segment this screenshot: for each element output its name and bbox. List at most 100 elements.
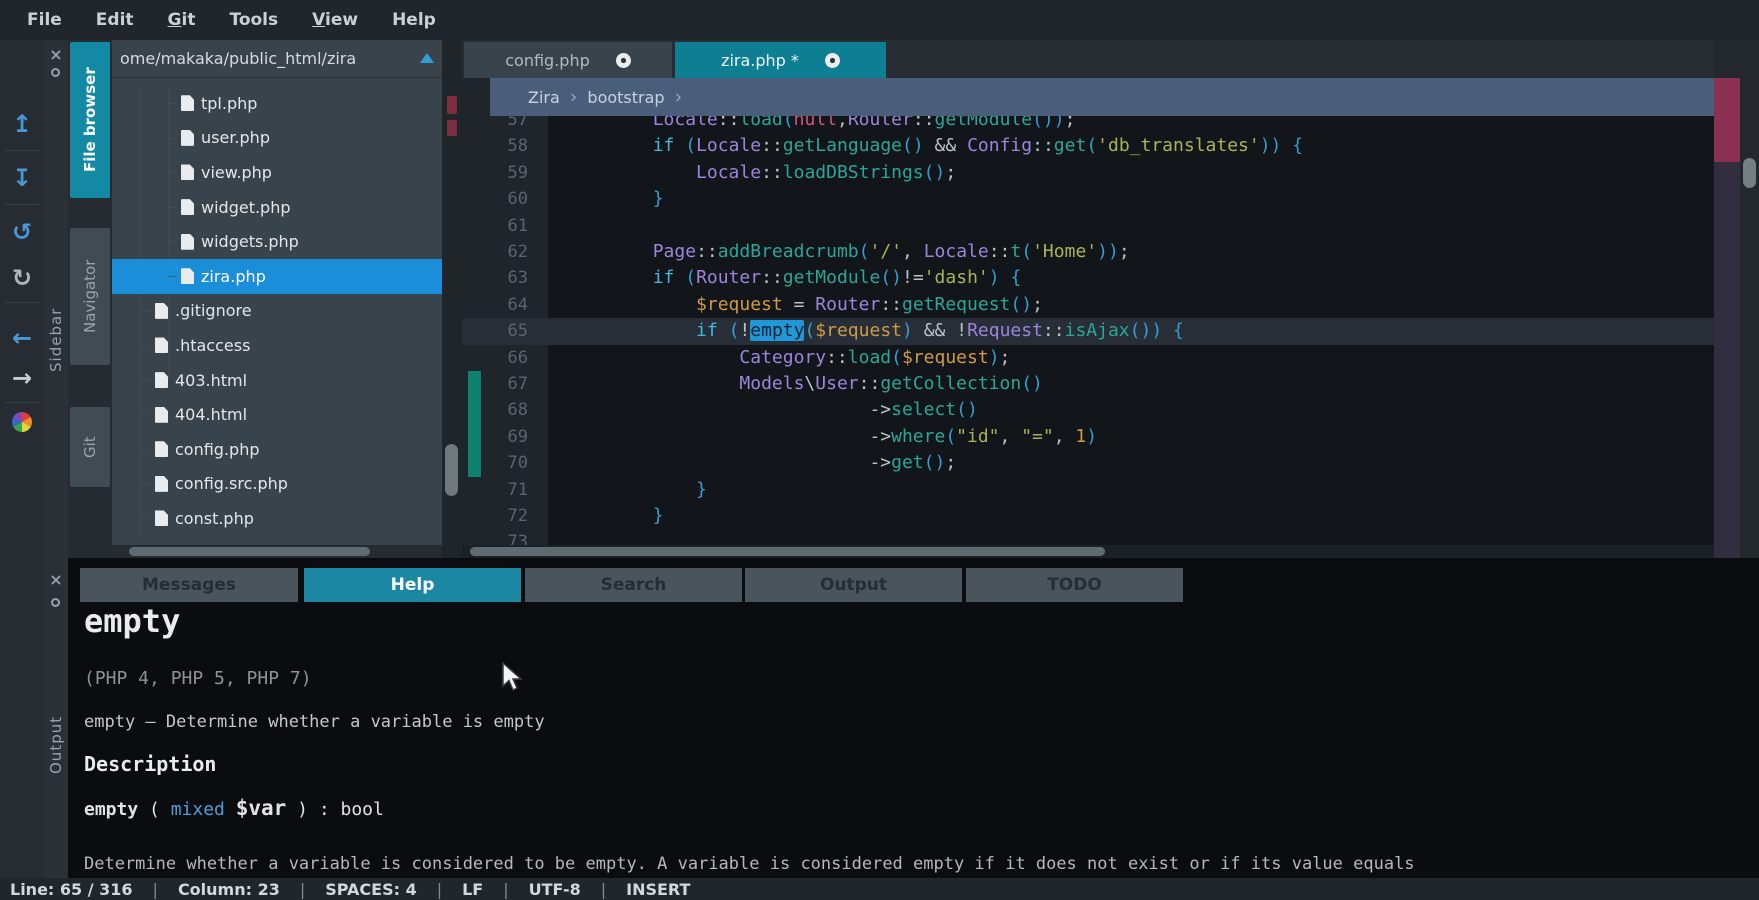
tree-item-htaccess[interactable]: .htaccess	[112, 328, 442, 363]
sidebar-tab-navigator[interactable]: Navigator	[70, 228, 110, 365]
open-file-icon[interactable]: ↥	[0, 102, 44, 146]
code-token: (	[685, 135, 696, 156]
code-token: ()	[924, 452, 946, 473]
bottom-panel-gear-icon[interactable]	[51, 598, 60, 607]
code-token	[956, 135, 967, 156]
code-token: Category	[739, 347, 826, 368]
bottom-tab-help[interactable]: Help	[304, 568, 521, 602]
line-number: 63	[462, 265, 528, 291]
editor-vertical-scrollbar-thumb[interactable]	[1743, 158, 1756, 188]
code-token: $request	[902, 347, 989, 368]
tree-item-403-html[interactable]: 403.html	[112, 363, 442, 398]
forward-icon[interactable]: →	[0, 356, 44, 400]
tree-item-user-php[interactable]: user.php	[112, 121, 442, 156]
statusbar-separator: |	[300, 880, 305, 899]
line-number: 61	[462, 213, 528, 239]
breadcrumb[interactable]: Zira›bootstrap›	[490, 78, 1714, 116]
bottom-tab-todo[interactable]: TODO	[966, 568, 1183, 602]
editor-horizontal-scrollbar[interactable]	[462, 545, 1714, 558]
code-token: ;	[1000, 347, 1011, 368]
code-token: ()	[956, 399, 978, 420]
menu-item-tools[interactable]: Tools	[212, 10, 295, 30]
menu-item-view[interactable]: View	[295, 10, 375, 30]
editor-tab-label: zira.php *	[721, 51, 799, 70]
code-token	[913, 320, 924, 341]
tree-item-zira-php[interactable]: zira.php	[112, 259, 442, 294]
bottom-panel-close-icon[interactable]: ×	[44, 570, 68, 589]
breadcrumb-segment-zira[interactable]: Zira	[528, 88, 560, 107]
menu-item-edit[interactable]: Edit	[79, 10, 151, 30]
tree-vertical-scrollbar[interactable]	[442, 40, 462, 558]
tree-item-tpl-php[interactable]: tpl.php	[112, 86, 442, 121]
tree-item-config-src-php[interactable]: config.src.php	[112, 467, 442, 502]
tab-close-icon[interactable]	[616, 53, 631, 68]
tree-horizontal-scrollbar[interactable]	[112, 545, 442, 558]
sidebar-tab-git[interactable]: Git	[70, 407, 110, 487]
signature-open: (	[138, 799, 171, 820]
back-icon[interactable]: ←	[0, 316, 44, 360]
code-line-71: }	[548, 477, 707, 503]
tree-branch-tick	[168, 172, 177, 173]
code-token: ,	[1054, 426, 1065, 447]
code-token	[566, 135, 653, 156]
file-icon	[181, 95, 194, 111]
git-added-marker	[468, 397, 481, 423]
tree-collapse-icon[interactable]	[420, 53, 434, 63]
tree-horizontal-scrollbar-thumb[interactable]	[129, 547, 370, 556]
code-editor[interactable]: 5758596061626364656667686970717273 Local…	[462, 78, 1714, 545]
undo-icon[interactable]: ↺	[0, 210, 44, 254]
tab-close-icon[interactable]	[825, 53, 840, 68]
micromap[interactable]	[1714, 78, 1740, 558]
tree-item-404-html[interactable]: 404.html	[112, 397, 442, 432]
code-token: )	[989, 267, 1000, 288]
sidebar-gear-icon[interactable]	[51, 68, 60, 77]
code-token: t	[1010, 241, 1021, 262]
menu-item-help[interactable]: Help	[375, 10, 453, 30]
tree-item-widget-php[interactable]: widget.php	[112, 190, 442, 225]
code-token	[566, 505, 653, 526]
signature-type-link[interactable]: mixed	[171, 799, 225, 820]
tree-item-gitignore[interactable]: .gitignore	[112, 294, 442, 329]
code-token: (	[891, 347, 902, 368]
code-token: Locale	[696, 135, 761, 156]
bottom-tab-search[interactable]: Search	[525, 568, 742, 602]
tree-item-widgets-php[interactable]: widgets.php	[112, 224, 442, 259]
tree-item-view-php[interactable]: view.php	[112, 155, 442, 190]
editor-tab-zira-php[interactable]: zira.php *	[675, 42, 886, 78]
signature-space	[225, 799, 236, 820]
tree-item-const-php[interactable]: const.php	[112, 501, 442, 536]
tree-scroll-mark	[447, 120, 457, 136]
breadcrumb-segment-bootstrap[interactable]: bootstrap	[587, 88, 664, 107]
color-wheel-icon[interactable]	[12, 412, 32, 432]
code-line-58: if (Locale::getLanguage() && Config::get…	[548, 133, 1303, 159]
menu-item-git[interactable]: Git	[151, 10, 213, 30]
sidebar-tab-file-browser[interactable]: File browser	[70, 42, 110, 198]
code-line-60: }	[548, 186, 664, 212]
file-tree-root-path[interactable]: ome/makaka/public_html/zira	[112, 40, 442, 78]
tree-item-config-php[interactable]: config.php	[112, 432, 442, 467]
code-token: ::	[989, 241, 1011, 262]
code-token: where	[891, 426, 945, 447]
bottom-tab-messages[interactable]: Messages	[80, 568, 298, 602]
code-token	[1010, 426, 1021, 447]
save-file-icon[interactable]: ↧	[0, 156, 44, 200]
tree-branch-tick	[168, 103, 177, 104]
code-token	[566, 188, 653, 209]
editor-horizontal-scrollbar-thumb[interactable]	[470, 547, 1105, 556]
tree-vertical-scrollbar-thumb[interactable]	[445, 444, 458, 496]
editor-tab-config-php[interactable]: config.php	[464, 42, 672, 78]
line-number: 73	[462, 529, 528, 545]
redo-icon[interactable]: ↻	[0, 256, 44, 300]
code-token: ;	[1119, 241, 1130, 262]
code-token: "="	[1021, 426, 1054, 447]
menu-item-file[interactable]: File	[10, 10, 79, 30]
sidebar-close-icon[interactable]: ×	[44, 45, 68, 64]
code-token: isAjax	[1065, 320, 1130, 341]
ide-window: FileEditGitToolsViewHelp ↥↧↺↻←→ × Sideba…	[0, 0, 1759, 900]
bottom-tab-output[interactable]: Output	[745, 568, 962, 602]
code-token	[566, 347, 739, 368]
file-name: widget.php	[201, 198, 291, 217]
code-token	[913, 241, 924, 262]
toolbar-divider	[5, 302, 39, 303]
file-icon	[155, 476, 168, 492]
